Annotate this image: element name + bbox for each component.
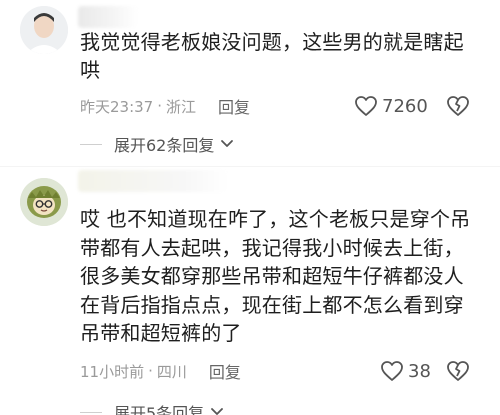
comment-region: 四川 xyxy=(156,362,187,381)
expand-rule xyxy=(80,143,102,145)
comment-region: 浙江 xyxy=(166,97,197,116)
broken-heart-icon xyxy=(447,96,469,116)
like-button[interactable]: 7260 xyxy=(354,95,428,117)
chevron-down-icon xyxy=(211,408,224,415)
comment-meta: 11小时前 · 四川 回复 38 xyxy=(80,359,488,383)
dislike-button[interactable] xyxy=(446,360,470,386)
username-blurred xyxy=(78,6,138,28)
comment-line: 在背后指指点点，现在街上都不怎么看到穿 xyxy=(80,292,464,317)
heart-outline-icon xyxy=(381,361,403,381)
comment-line: 很多美女都穿那些吊带和超短牛仔裤都没人 xyxy=(80,264,464,288)
comment-text: 哎 也不知道现在咋了，这个老板只是穿个吊 带都有人去起哄，我记得我小时候去上街，… xyxy=(80,205,492,348)
like-count: 38 xyxy=(408,360,431,382)
comment-time: 11小时前 xyxy=(80,362,145,381)
avatar[interactable] xyxy=(20,178,68,226)
dislike-button[interactable] xyxy=(446,95,470,121)
comment-time: 昨天23:37 xyxy=(80,97,154,116)
comment-line: 哎 也不知道现在咋了，这个老板只是穿个吊 xyxy=(80,207,471,231)
like-button[interactable]: 38 xyxy=(380,360,431,382)
reply-button[interactable]: 回复 xyxy=(209,359,241,383)
expand-replies-button[interactable]: 展开62条回复 xyxy=(80,132,234,156)
like-count: 7260 xyxy=(382,95,428,117)
meta-separator: · xyxy=(157,97,163,115)
comment-line: 哄 xyxy=(80,58,101,82)
comment-thread: 我觉觉得老板娘没问题，这些男的就是瞎起 哄 昨天23:37 · 浙江 回复 72… xyxy=(0,0,500,415)
comment-line: 我觉觉得老板娘没问题，这些男的就是瞎起 xyxy=(80,30,464,54)
expand-rule xyxy=(80,411,102,413)
comment-meta: 昨天23:37 · 浙江 回复 7260 xyxy=(80,94,488,118)
comment-divider xyxy=(0,166,500,167)
chevron-down-icon xyxy=(221,140,234,147)
expand-replies-button[interactable]: 展开5条回复 xyxy=(80,400,224,415)
avatar[interactable] xyxy=(20,6,68,54)
avatar-person-icon xyxy=(20,6,68,54)
username-blurred xyxy=(78,170,228,192)
avatar-cartoon-icon xyxy=(20,178,68,226)
comment-line: 吊带和超短裤的了 xyxy=(80,321,242,345)
expand-replies-label: 展开5条回复 xyxy=(114,404,205,415)
comment-line: 带都有人去起哄，我记得我小时候去上街， xyxy=(80,235,464,260)
expand-replies-label: 展开62条回复 xyxy=(114,136,215,155)
reply-button[interactable]: 回复 xyxy=(218,94,250,118)
meta-separator: · xyxy=(148,362,153,380)
comment-text: 我觉觉得老板娘没问题，这些男的就是瞎起 哄 xyxy=(80,28,492,84)
broken-heart-icon xyxy=(447,361,469,381)
heart-outline-icon xyxy=(355,96,377,116)
